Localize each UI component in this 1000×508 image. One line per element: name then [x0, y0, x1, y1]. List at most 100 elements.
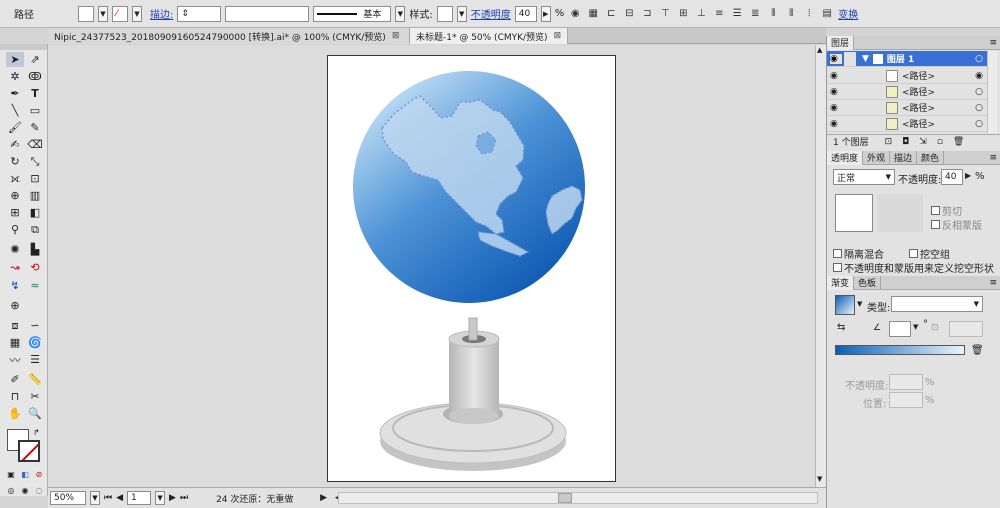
rotate-tool-icon[interactable]: ↻ — [6, 154, 24, 169]
scroll-up-arrow[interactable]: ▲ — [817, 46, 822, 54]
tab-stroke[interactable]: 描边 — [890, 150, 918, 165]
isolate-blend-checkbox[interactable] — [833, 249, 842, 258]
grid-tool-icon[interactable]: ▦ — [6, 335, 24, 350]
swap-colors-icon[interactable]: ↱ — [33, 428, 40, 437]
make-clipping-mask-icon[interactable]: ◘ — [902, 137, 909, 147]
blob-brush-tool-icon[interactable]: ✍ — [6, 137, 24, 152]
visibility-eye-icon[interactable]: ◉ — [830, 87, 842, 97]
pencil-tool-icon[interactable]: ✎ — [26, 120, 44, 135]
magic-wand-tool-icon[interactable]: ✲ — [6, 69, 24, 84]
rectangle-tool-icon[interactable]: ▭ — [26, 103, 44, 118]
isolate-blend-option[interactable]: 隔离混合 — [833, 246, 884, 261]
clip-checkbox[interactable] — [931, 206, 940, 215]
close-tab-icon[interactable]: ⊠ — [554, 31, 562, 41]
distribute-top-icon[interactable]: ≡ — [712, 7, 726, 21]
eyedropper-tool-icon[interactable]: ⚲ — [6, 222, 24, 237]
stroke-link[interactable]: 描边: — [150, 6, 173, 21]
target-circle-icon[interactable]: ○ — [975, 54, 983, 64]
free-transform-tool-icon[interactable]: ⊡ — [26, 171, 44, 186]
tab-appearance[interactable]: 外观 — [863, 150, 891, 165]
path-row[interactable]: ◉ <路径> ○ — [827, 100, 997, 116]
gradient-angle-arrow[interactable]: ▼ — [913, 323, 918, 331]
vertical-scrollbar[interactable]: ▲ ▼ — [815, 45, 826, 487]
path-row[interactable]: ◉ <路径> ○ — [827, 84, 997, 100]
zoom-tool-icon[interactable]: 🔍 — [26, 406, 44, 421]
align-right-icon[interactable]: ⊐ — [640, 7, 654, 21]
artboard-number-field[interactable]: 1 — [127, 491, 152, 505]
perspective-grid-tool-icon[interactable]: ▥ — [26, 188, 44, 203]
align-center-icon[interactable]: ⊟ — [622, 7, 636, 21]
align-bottom-icon[interactable]: ⊥ — [694, 7, 708, 21]
align-left-icon[interactable]: ⊏ — [604, 7, 618, 21]
crop-tool-icon[interactable]: ⊓ — [6, 389, 24, 404]
path-row[interactable]: ◉ <路径> ○ — [827, 116, 997, 132]
blend-mode-select[interactable]: 正常 ▼ — [833, 169, 895, 185]
first-artboard-icon[interactable]: ⏮ — [104, 493, 112, 503]
lock-toggle[interactable] — [844, 51, 856, 66]
recolor-icon[interactable]: ◉ — [568, 7, 582, 21]
align-top-icon[interactable]: ⊤ — [658, 7, 672, 21]
tab-swatches[interactable]: 色板 — [854, 275, 882, 290]
distribute-left-icon[interactable]: ⦀ — [766, 7, 780, 21]
fill-dropdown[interactable]: ▼ — [98, 5, 108, 22]
shape-builder-tool-icon[interactable]: ⊕ — [6, 188, 24, 203]
brush-dropdown[interactable]: ▼ — [395, 5, 406, 22]
align-to-icon[interactable]: ▦ — [586, 7, 600, 21]
paintbrush-tool-icon[interactable]: 🖌 — [6, 120, 24, 135]
variable-width-field[interactable] — [225, 5, 310, 22]
opacity-mask-checkbox[interactable] — [833, 263, 842, 272]
status-menu-icon[interactable]: ▶ — [320, 493, 327, 503]
horizontal-scrollbar[interactable] — [338, 492, 818, 504]
gradient-swatch[interactable] — [835, 295, 855, 315]
new-sublayer-icon[interactable]: ⇲ — [919, 137, 927, 147]
tab-gradient[interactable]: 渐变 — [827, 275, 855, 290]
align-middle-icon[interactable]: ⊞ — [676, 7, 690, 21]
opacity-link[interactable]: 不透明度 — [471, 6, 511, 21]
layers-panel-header[interactable]: 图层 ≡ — [827, 35, 1000, 50]
blend-tool-icon[interactable]: ⧉ — [26, 222, 44, 237]
column-graph-tool-icon[interactable]: ▙ — [26, 242, 44, 257]
align-tool-icon[interactable]: ☰ — [26, 352, 44, 367]
tools-grip[interactable] — [0, 44, 47, 50]
tab-transparency[interactable]: 透明度 — [827, 150, 864, 165]
screen-mode-icon[interactable]: ◌ — [30, 483, 48, 498]
artboard-dropdown[interactable]: ▼ — [155, 491, 166, 505]
knockout-group-checkbox[interactable] — [909, 249, 918, 258]
last-artboard-icon[interactable]: ⏭ — [180, 493, 188, 503]
tab-document-1[interactable]: Nipic_24377523_20180909160524790000 [转换]… — [48, 28, 410, 44]
target-circle-icon[interactable]: ○ — [975, 119, 983, 129]
wrinkle-tool-icon[interactable]: ≈ — [26, 278, 44, 293]
delete-layer-icon[interactable]: 🗑 — [953, 137, 964, 147]
distribute-center-icon[interactable]: ⫴ — [784, 7, 798, 21]
style-swatch[interactable] — [436, 5, 453, 22]
opacity-dropdown[interactable]: ▶ — [540, 5, 551, 22]
knockout-group-option[interactable]: 挖空组 — [909, 246, 950, 261]
style-dropdown[interactable]: ▼ — [456, 5, 467, 22]
direct-selection-tool-icon[interactable]: ⇗ — [26, 52, 44, 67]
gradient-angle-input[interactable] — [889, 321, 911, 337]
more-options-icon[interactable]: ▤ — [820, 7, 834, 21]
gradient-tool-icon[interactable]: ◧ — [26, 205, 44, 220]
new-layer-icon[interactable]: ▫ — [937, 137, 943, 147]
pen-tool-icon[interactable]: ✒ — [6, 86, 24, 101]
scissors-tool-icon[interactable]: ✂ — [26, 389, 44, 404]
expand-layer-icon[interactable]: ▼ — [862, 54, 869, 64]
distribute-middle-icon[interactable]: ☰ — [730, 7, 744, 21]
stroke-weight-field[interactable]: ⇕ — [177, 5, 222, 22]
artboard[interactable] — [327, 55, 616, 482]
reverse-gradient-icon[interactable]: ⇆ — [837, 322, 845, 333]
delete-stop-icon[interactable]: 🗑 — [971, 345, 984, 356]
none-mode-icon[interactable]: ⊘ — [30, 467, 48, 482]
slice-tool-icon[interactable]: ∽ — [26, 318, 44, 333]
panel-menu-icon[interactable]: ≡ — [989, 278, 997, 288]
selection-tool-icon[interactable]: ➤ — [6, 52, 24, 67]
zoom-dropdown[interactable]: ▼ — [90, 491, 100, 505]
pucker-tool-icon[interactable]: ↯ — [6, 278, 24, 293]
tab-layers[interactable]: 图层 — [827, 35, 855, 50]
gradient-swatch-dropdown[interactable]: ▼ — [857, 300, 862, 308]
stroke-dropdown[interactable]: ▼ — [132, 5, 142, 22]
transform-link[interactable]: 变换 — [838, 6, 858, 21]
line-tool-icon[interactable]: ╲ — [6, 103, 24, 118]
panel-menu-icon[interactable]: ≡ — [989, 38, 997, 48]
measure-tool-icon[interactable]: 📏 — [26, 372, 44, 387]
